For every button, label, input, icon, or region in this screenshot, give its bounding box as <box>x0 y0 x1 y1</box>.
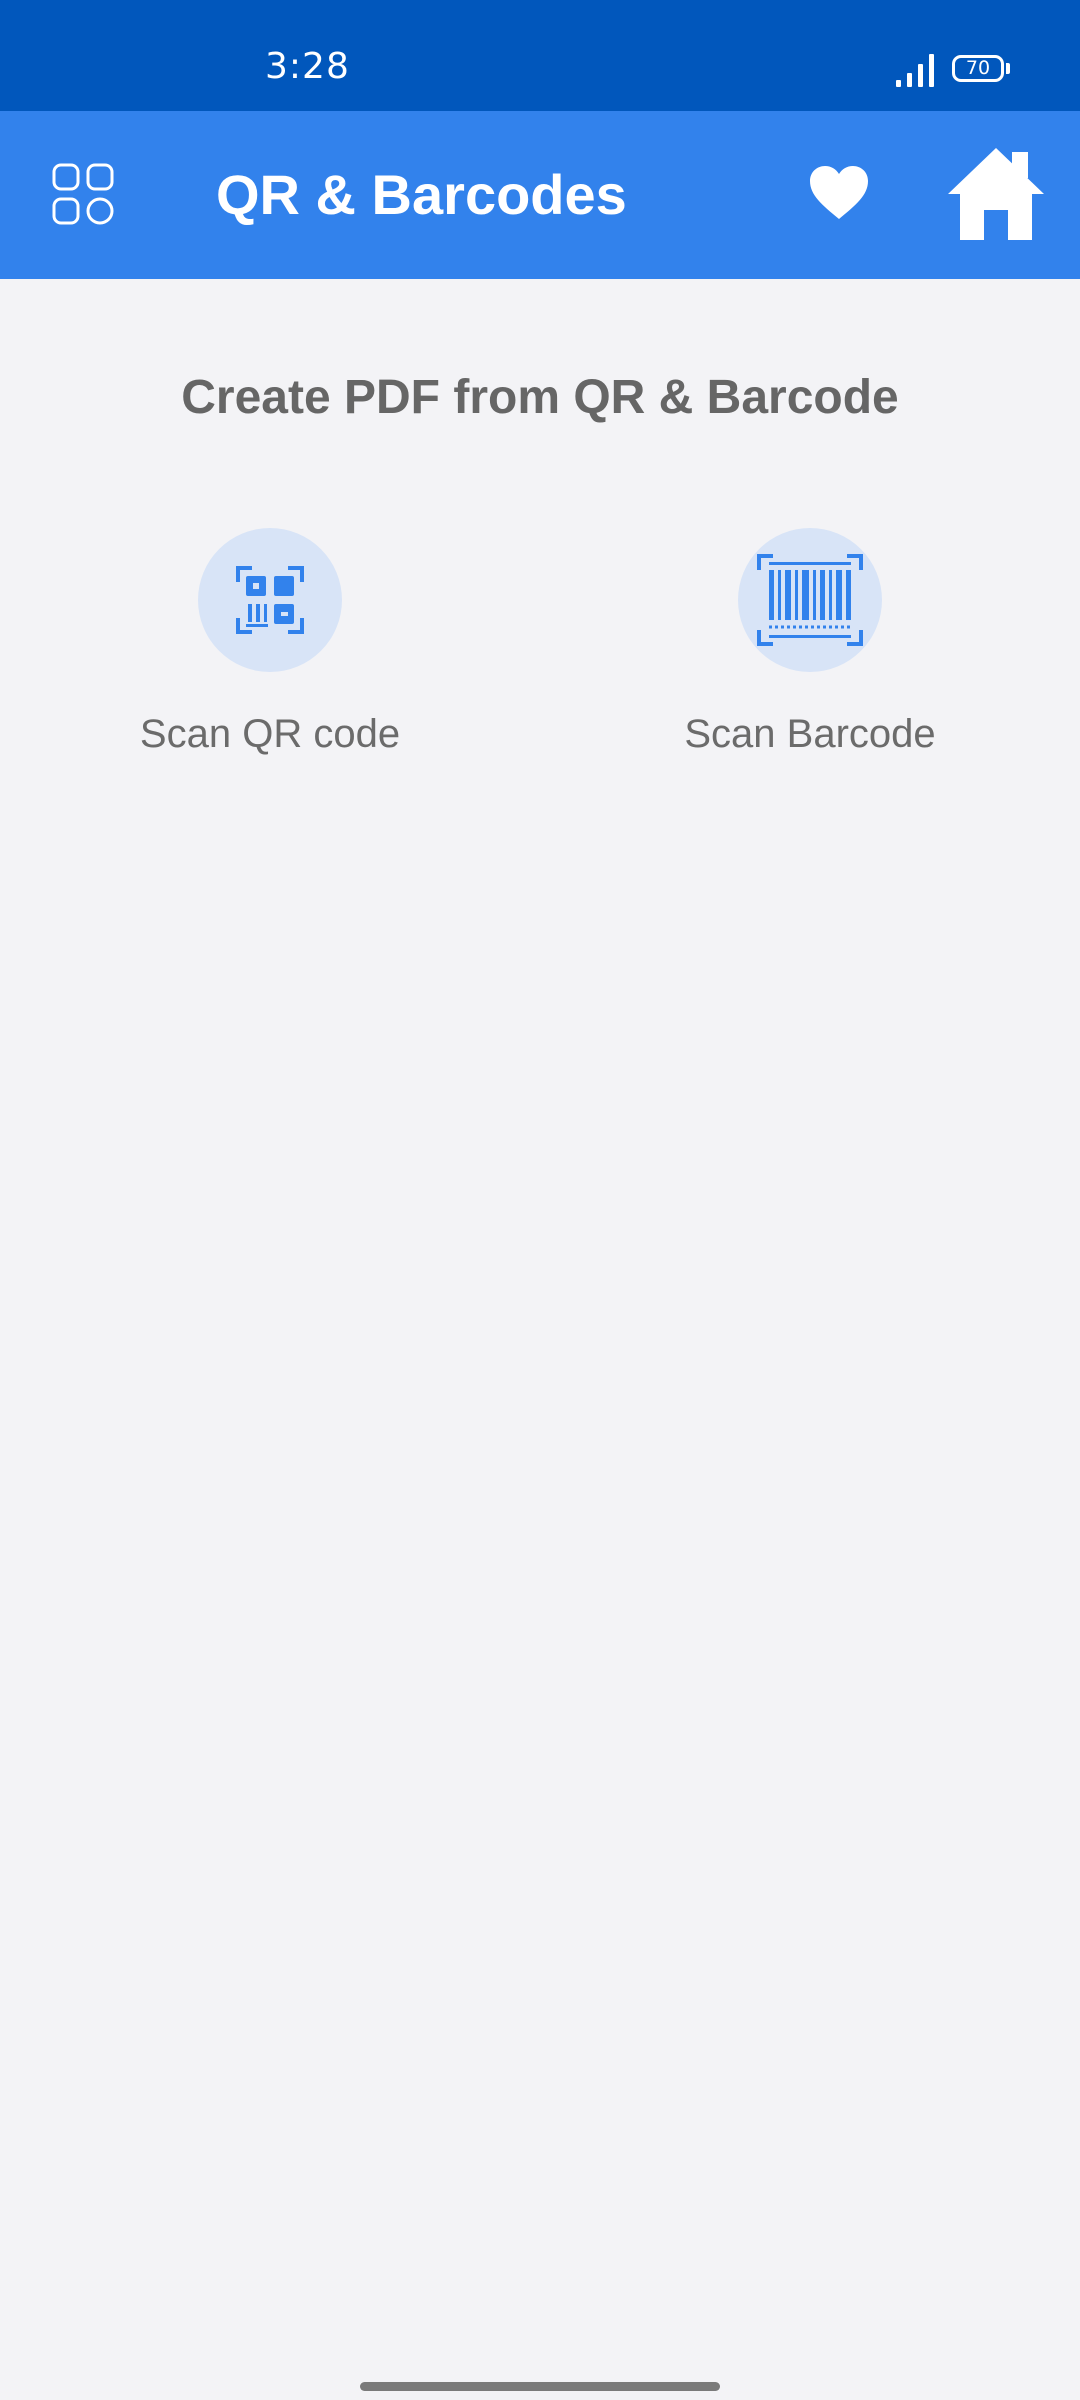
qr-icon-circle <box>198 528 342 672</box>
qr-code-icon <box>236 566 304 634</box>
grid-menu-icon[interactable] <box>52 163 114 225</box>
scan-qr-code-label: Scan QR code <box>139 712 401 756</box>
status-bar: 3:28 70 <box>0 0 1080 111</box>
barcode-icon <box>757 554 863 646</box>
battery-tip <box>1006 63 1010 74</box>
heart-icon[interactable] <box>808 164 870 222</box>
home-indicator[interactable] <box>360 2382 720 2391</box>
section-title: Create PDF from QR & Barcode <box>181 371 899 424</box>
scan-barcode-label: Scan Barcode <box>684 712 936 756</box>
barcode-icon-circle <box>738 528 882 672</box>
battery-icon: 70 <box>952 55 1004 82</box>
app-title: QR & Barcodes <box>216 163 627 226</box>
battery-level: 70 <box>965 57 991 79</box>
home-icon[interactable] <box>946 146 1046 242</box>
status-time: 3:28 <box>265 46 350 87</box>
scan-barcode-button[interactable]: Scan Barcode <box>630 528 990 757</box>
scan-qr-code-button[interactable]: Scan QR code <box>90 528 450 757</box>
signal-icon <box>896 54 934 87</box>
